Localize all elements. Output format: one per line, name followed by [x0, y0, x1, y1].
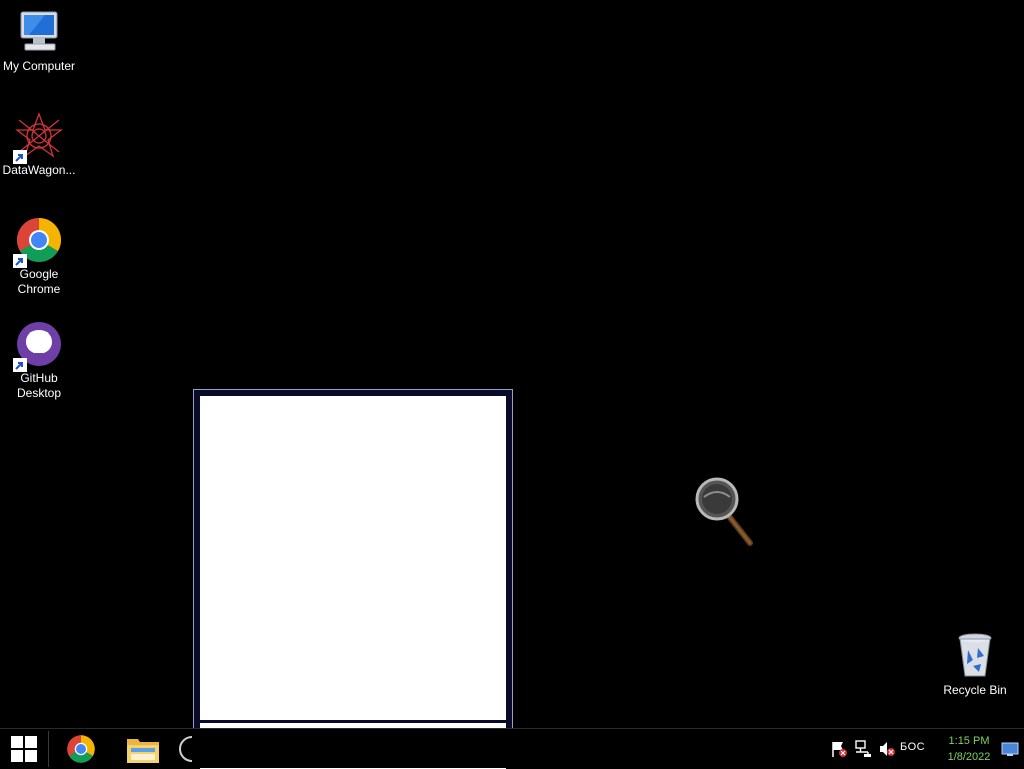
taskbar: БОС 1:15 PM 1/8/2022	[0, 728, 1024, 768]
desktop-icon-google-chrome[interactable]: Google Chrome	[0, 216, 78, 297]
computer-icon	[15, 8, 63, 56]
popup-content-pane	[200, 396, 506, 720]
recycle-bin-icon	[951, 632, 999, 680]
app-icon	[179, 736, 192, 762]
taskbar-file-explorer-button[interactable]	[118, 729, 168, 769]
desktop-icon-label: DataWagon...	[2, 163, 76, 177]
datawagon-icon	[13, 112, 63, 164]
chrome-icon	[13, 216, 63, 268]
shortcut-arrow-icon	[13, 358, 27, 372]
shortcut-arrow-icon	[13, 150, 27, 164]
action-center-flag-icon[interactable]	[830, 740, 848, 758]
desktop-icon-label: Recycle Bin	[943, 683, 1007, 697]
taskbar-chrome-button[interactable]	[58, 729, 104, 769]
desktop-icon-label: Google Chrome	[17, 267, 61, 296]
network-icon[interactable]	[854, 740, 872, 758]
system-clock[interactable]: 1:15 PM 1/8/2022	[939, 733, 999, 765]
chrome-icon	[67, 735, 95, 763]
system-tray: БОС 1:15 PM 1/8/2022	[814, 729, 1024, 769]
magnifier-icon[interactable]	[694, 477, 758, 547]
clock-date: 1/8/2022	[947, 751, 991, 763]
github-desktop-icon	[13, 320, 63, 372]
start-button[interactable]	[0, 729, 48, 769]
taskbar-app-button[interactable]	[174, 729, 192, 769]
desktop-icon-label: My Computer	[2, 59, 76, 73]
start-icon	[11, 736, 37, 762]
desktop-icon-recycle-bin[interactable]: Recycle Bin	[936, 632, 1014, 698]
file-explorer-icon	[127, 739, 159, 763]
desktop-icon-my-computer[interactable]: My Computer	[0, 8, 78, 74]
shortcut-arrow-icon	[13, 254, 27, 268]
taskbar-popup-window	[193, 389, 513, 769]
desktop-icon-label: GitHub Desktop	[16, 371, 62, 400]
volume-muted-icon[interactable]	[878, 740, 896, 758]
desktop-icon-github-desktop[interactable]: GitHub Desktop	[0, 320, 78, 401]
desktop-icon-datawagon[interactable]: DataWagon...	[0, 112, 78, 178]
input-language-indicator[interactable]: БОС	[900, 741, 925, 753]
clock-time: 1:15 PM	[948, 735, 990, 747]
taskbar-separator	[48, 731, 49, 767]
show-desktop-icon[interactable]	[1000, 739, 1020, 759]
